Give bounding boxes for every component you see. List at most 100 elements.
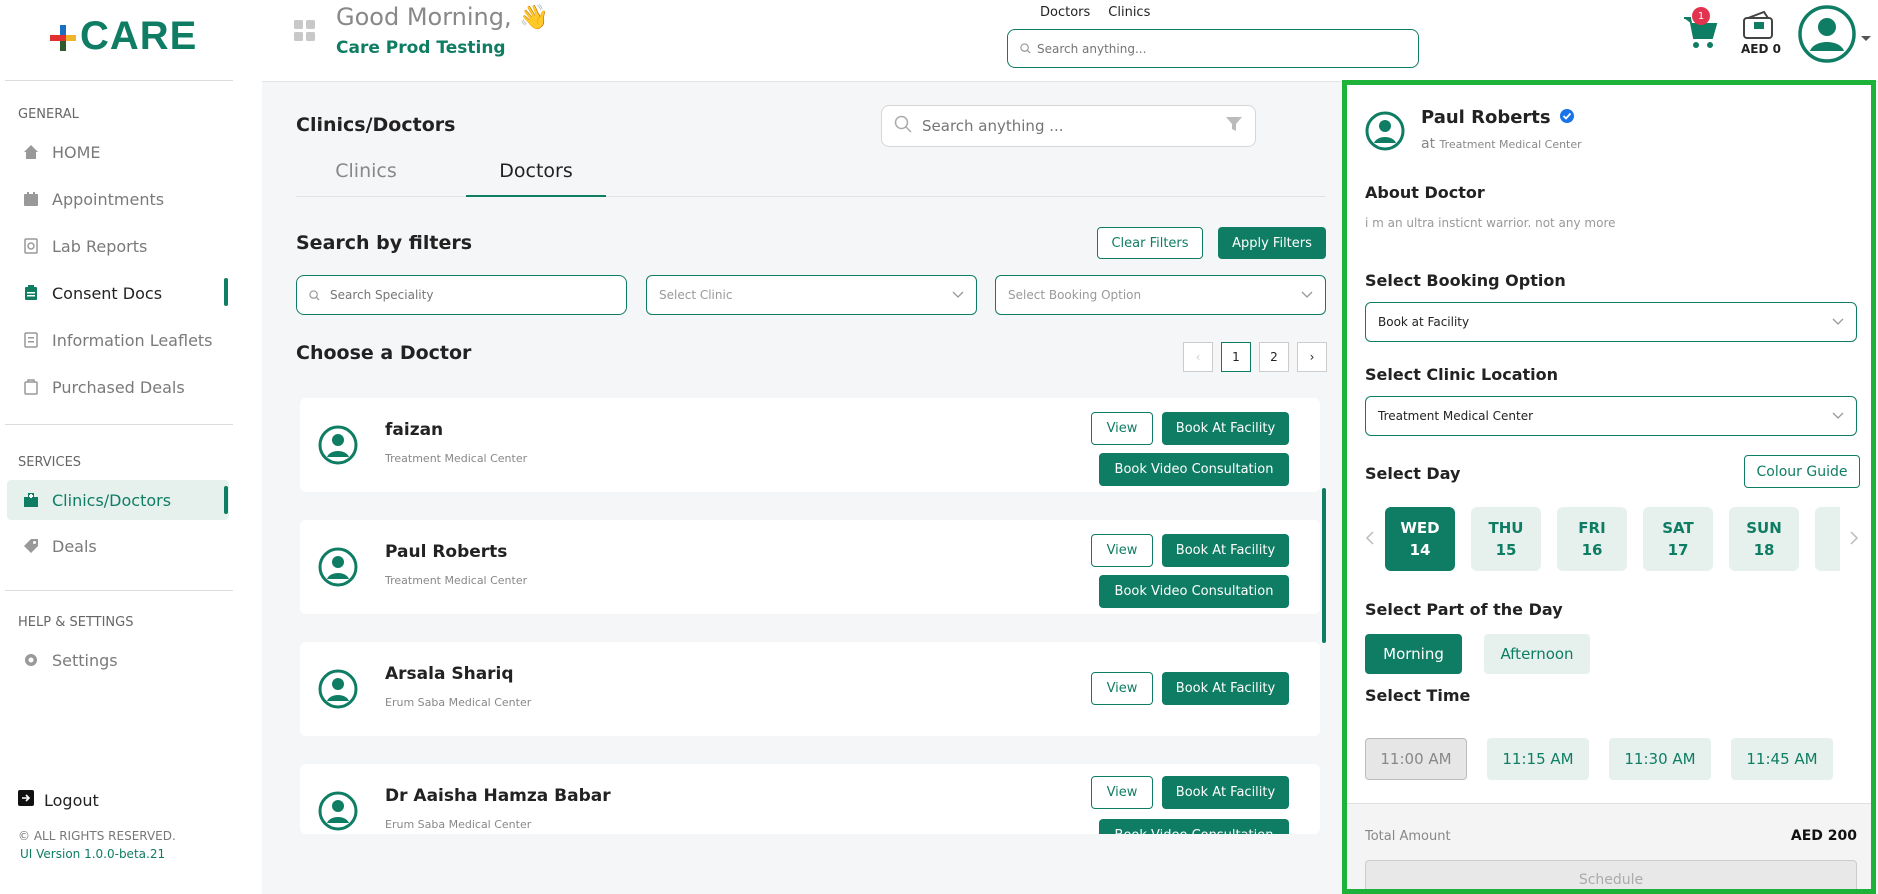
clear-filters-button[interactable]: Clear Filters: [1097, 227, 1203, 259]
chevron-left-icon[interactable]: [1365, 530, 1375, 550]
book-video-consultation-button[interactable]: Book Video Consultation: [1099, 453, 1289, 486]
doctor-name: Dr Aaisha Hamza Babar: [385, 786, 611, 806]
pagination-page-2[interactable]: 2: [1259, 342, 1289, 372]
header-tab-clinics[interactable]: Clinics: [1108, 5, 1150, 20]
pagination-page-1[interactable]: 1: [1221, 342, 1251, 372]
booking-option-select[interactable]: Select Booking Option: [995, 275, 1326, 315]
cart-count-badge: 1: [1692, 7, 1710, 25]
tab-doctors[interactable]: Doctors: [466, 160, 606, 182]
book-video-consultation-button[interactable]: Book Video Consultation: [1099, 819, 1289, 834]
doctor-clinic: Treatment Medical Center: [385, 574, 528, 587]
doctor-name: faizan: [385, 420, 444, 440]
panel-booking-select[interactable]: Book at Facility: [1365, 302, 1857, 342]
part-morning-button[interactable]: Morning: [1365, 634, 1462, 674]
logout-icon: [18, 790, 34, 810]
book-video-consultation-button[interactable]: Book Video Consultation: [1099, 575, 1289, 608]
sidebar-item-label: Consent Docs: [52, 283, 163, 303]
select-day-title: Select Day: [1365, 464, 1461, 483]
doctor-list-scrollbar[interactable]: [1322, 488, 1326, 643]
view-button[interactable]: View: [1091, 534, 1153, 567]
pagination-prev-button[interactable]: ‹: [1183, 342, 1213, 372]
booking-select-value: Select Booking Option: [1008, 288, 1142, 302]
book-at-facility-button[interactable]: Book At Facility: [1162, 776, 1289, 809]
apps-grid-icon[interactable]: [294, 20, 316, 46]
version-text: UI Version 1.0.0-beta.21: [20, 847, 166, 861]
tab-active-indicator: [466, 195, 606, 197]
chevron-down-icon[interactable]: [1860, 28, 1872, 47]
colour-guide-button[interactable]: Colour Guide: [1744, 455, 1860, 488]
main-search-input[interactable]: [922, 117, 1182, 135]
sidebar-item-home[interactable]: HOME: [22, 137, 101, 167]
chevron-down-icon: [1832, 409, 1844, 423]
pagination-next-button[interactable]: ›: [1297, 342, 1327, 372]
sidebar-item-label: Settings: [52, 650, 118, 670]
filter-icon[interactable]: [1225, 115, 1243, 137]
verified-badge-icon: [1559, 108, 1575, 128]
speciality-search-box[interactable]: [296, 275, 627, 315]
wallet-icon[interactable]: [1742, 10, 1774, 44]
tab-clinics[interactable]: Clinics: [296, 160, 436, 182]
clinic-select[interactable]: Select Clinic: [646, 275, 977, 315]
doctor-avatar-icon: [318, 425, 358, 469]
view-button[interactable]: View: [1091, 412, 1153, 445]
sidebar-item-information-leaflets[interactable]: Information Leaflets: [22, 325, 213, 355]
schedule-button[interactable]: Schedule: [1365, 860, 1857, 889]
apply-filters-button[interactable]: Apply Filters: [1218, 227, 1326, 259]
doctor-avatar-icon: [318, 791, 358, 834]
view-button[interactable]: View: [1091, 672, 1153, 705]
chevron-right-icon[interactable]: [1849, 530, 1859, 550]
panel-location-select[interactable]: Treatment Medical Center: [1365, 396, 1857, 436]
home-icon: [22, 143, 40, 161]
view-button[interactable]: View: [1091, 776, 1153, 809]
logo-text: CARE: [80, 14, 198, 58]
book-at-facility-button[interactable]: Book At Facility: [1162, 534, 1289, 567]
header-search-input[interactable]: [1037, 41, 1396, 56]
header-tab-doctors[interactable]: Doctors: [1040, 5, 1090, 20]
leaflet-icon: [22, 331, 40, 349]
sidebar-item-appointments[interactable]: Appointments: [22, 184, 164, 214]
speciality-input[interactable]: [330, 288, 616, 302]
logout-button[interactable]: Logout: [18, 790, 99, 810]
doctor-card[interactable]: faizan Treatment Medical Center View Boo…: [300, 398, 1320, 492]
day-option[interactable]: THU 15: [1471, 507, 1541, 571]
day-option[interactable]: FRI 16: [1557, 507, 1627, 571]
booking-option-title: Select Booking Option: [1365, 271, 1566, 290]
doctor-name: Paul Roberts: [385, 542, 508, 562]
panel-booking-value: Book at Facility: [1378, 315, 1470, 329]
avatar[interactable]: [1798, 5, 1856, 67]
book-at-facility-button[interactable]: Book At Facility: [1162, 412, 1289, 445]
day-option[interactable]: M1: [1815, 507, 1840, 571]
day-option[interactable]: SAT 17: [1643, 507, 1713, 571]
book-at-facility-button[interactable]: Book At Facility: [1162, 672, 1289, 705]
time-slot[interactable]: 11:15 AM: [1487, 738, 1589, 780]
sidebar-item-deals[interactable]: Deals: [22, 531, 97, 561]
section-help-settings: HELP & SETTINGS: [18, 615, 134, 630]
doctor-clinic: Erum Saba Medical Center: [385, 818, 532, 831]
time-slot[interactable]: 11:45 AM: [1731, 738, 1833, 780]
sidebar-item-consent-docs[interactable]: Consent Docs: [22, 278, 162, 308]
doctor-card[interactable]: Arsala Shariq Erum Saba Medical Center V…: [300, 642, 1320, 736]
header-search-box[interactable]: [1007, 29, 1419, 68]
time-slot[interactable]: 11:30 AM: [1609, 738, 1711, 780]
sidebar-item-purchased-deals[interactable]: Purchased Deals: [22, 372, 185, 402]
care-logo[interactable]: CARE: [50, 14, 197, 59]
time-slots: 11:00 AM 11:15 AM 11:30 AM 11:45 AM: [1365, 738, 1833, 780]
doctor-clinic: Erum Saba Medical Center: [385, 696, 532, 709]
sidebar-item-clinics-doctors[interactable]: Clinics/Doctors: [22, 485, 171, 515]
sidebar-item-lab-reports[interactable]: Lab Reports: [22, 231, 147, 261]
sidebar-item-label: Clinics/Doctors: [52, 490, 172, 510]
day-option[interactable]: WED 14: [1385, 507, 1455, 571]
wallet-balance: AED 0: [1741, 42, 1781, 56]
doctor-card[interactable]: Dr Aaisha Hamza Babar Erum Saba Medical …: [300, 764, 1320, 834]
sidebar-item-settings[interactable]: Settings: [22, 645, 118, 675]
section-services: SERVICES: [18, 455, 82, 470]
total-amount-value: AED 200: [1790, 828, 1857, 844]
hospital-icon: [22, 491, 40, 509]
part-afternoon-button[interactable]: Afternoon: [1484, 634, 1590, 674]
sidebar: CARE GENERAL HOME Appointments Lab Repor…: [0, 0, 262, 894]
main-search-box[interactable]: [881, 105, 1256, 147]
day-option[interactable]: SUN 18: [1729, 507, 1799, 571]
sidebar-divider: [5, 590, 233, 591]
time-slot[interactable]: 11:00 AM: [1365, 738, 1467, 780]
doctor-card[interactable]: Paul Roberts Treatment Medical Center Vi…: [300, 520, 1320, 614]
